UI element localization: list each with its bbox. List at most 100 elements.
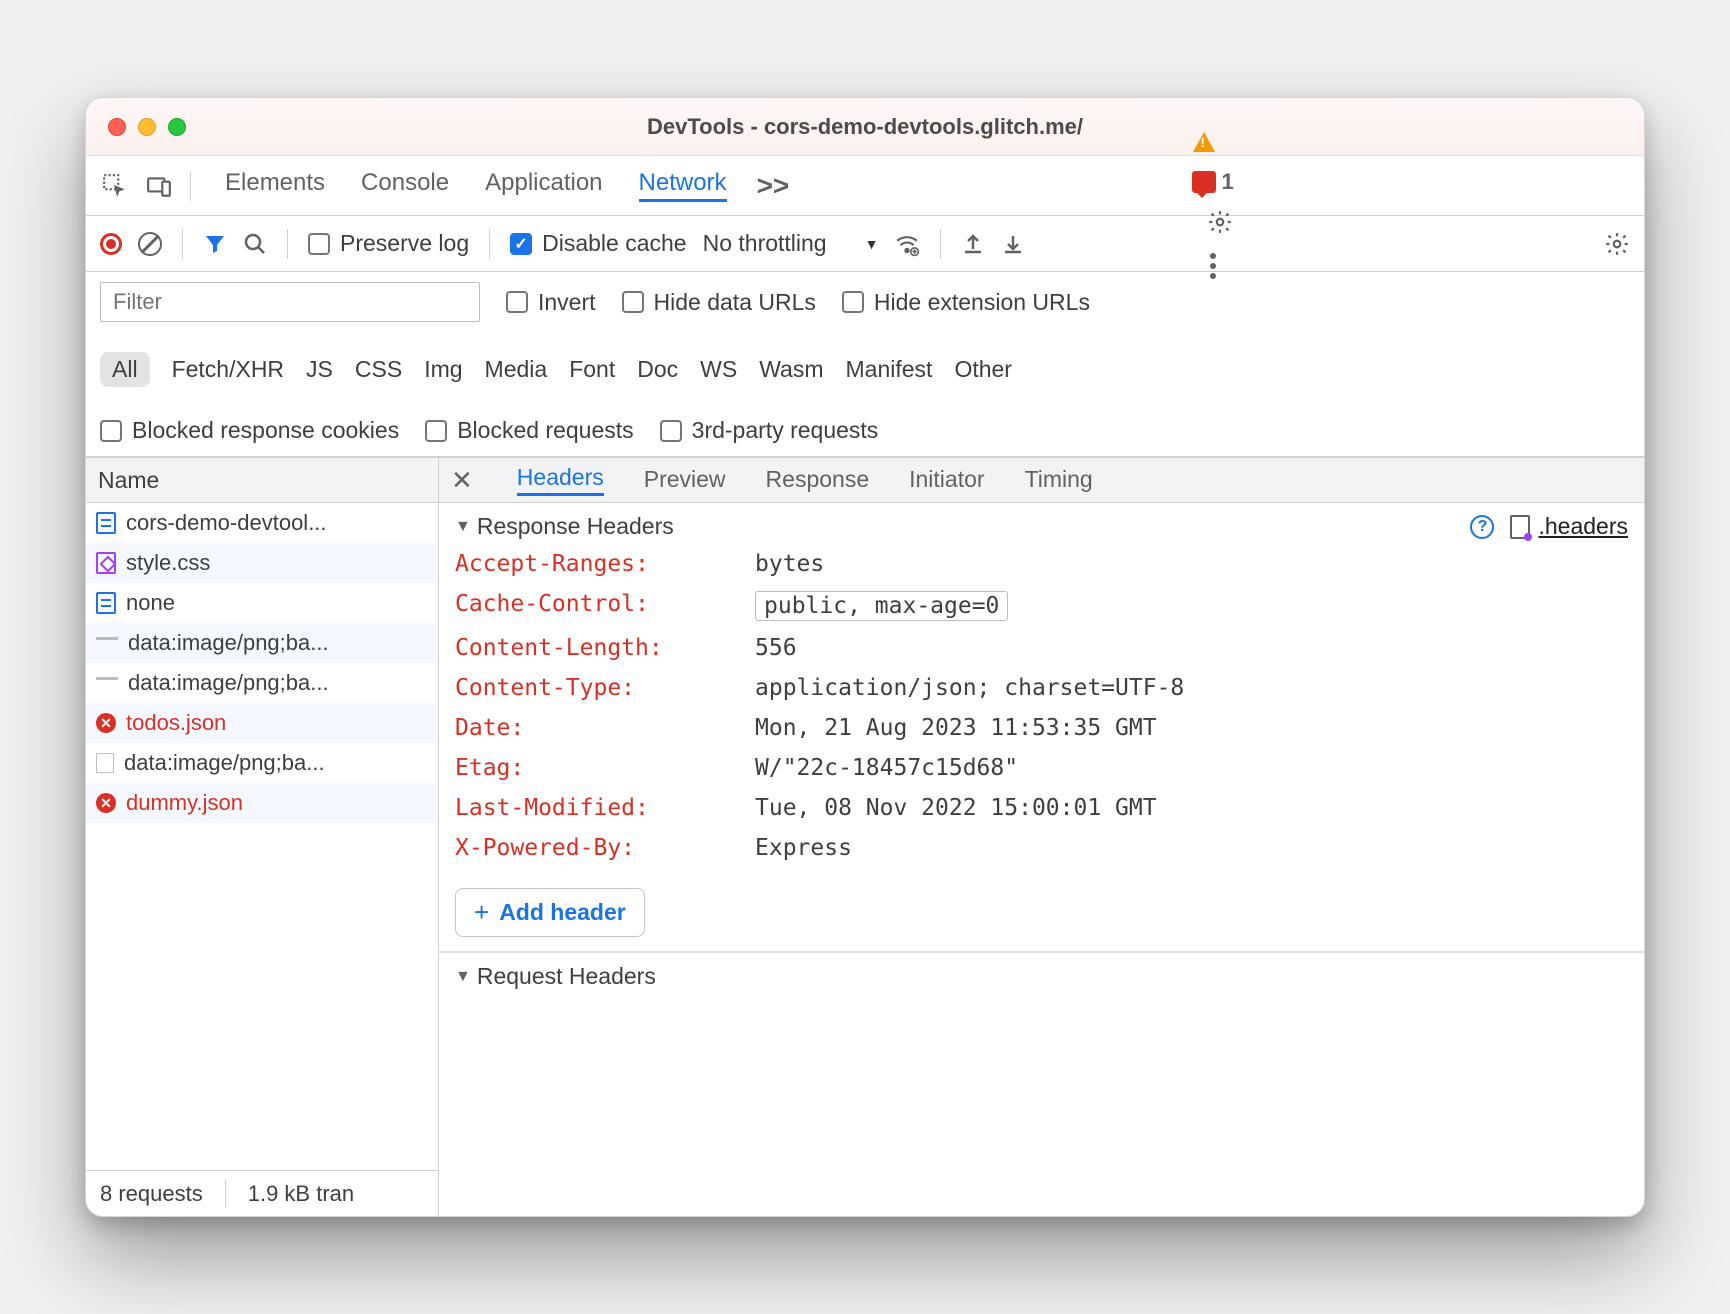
hide-extension-urls-checkbox[interactable]: Hide extension URLs	[842, 289, 1090, 316]
stylesheet-icon	[96, 552, 116, 574]
invert-checkbox[interactable]: Invert	[506, 289, 596, 316]
header-value: 556	[755, 635, 797, 661]
disable-cache-label: Disable cache	[542, 230, 686, 257]
issue-count[interactable]: 1	[1192, 169, 1234, 195]
request-row[interactable]: data:image/png;ba...	[86, 663, 438, 703]
filter-type-media[interactable]: Media	[485, 356, 548, 383]
request-headers-section: ▼ Request Headers	[439, 952, 1644, 1000]
preserve-log-checkbox[interactable]: Preserve log	[308, 230, 469, 257]
divider	[190, 171, 191, 201]
network-settings-icon[interactable]	[1604, 231, 1630, 257]
filter-type-wasm[interactable]: Wasm	[759, 356, 823, 383]
document-icon	[96, 592, 116, 614]
request-row[interactable]: data:image/png;ba...	[86, 623, 438, 663]
image-icon	[96, 677, 118, 689]
request-name: none	[126, 590, 175, 616]
add-header-button[interactable]: + Add header	[455, 888, 645, 937]
download-har-icon[interactable]	[1001, 232, 1025, 256]
blocked-cookies-checkbox[interactable]: Blocked response cookies	[100, 417, 399, 444]
network-conditions-icon[interactable]	[894, 231, 920, 257]
header-name: Date:	[455, 715, 755, 741]
file-icon	[1510, 515, 1530, 539]
header-value: bytes	[755, 551, 824, 577]
error-icon: ✕	[96, 713, 116, 733]
divider	[940, 229, 941, 259]
filter-type-img[interactable]: Img	[424, 356, 462, 383]
filter-type-other[interactable]: Other	[954, 356, 1012, 383]
header-row: Content-Type:application/json; charset=U…	[455, 668, 1628, 708]
headers-source-link[interactable]: .headers	[1538, 513, 1628, 540]
filter-icon[interactable]	[203, 232, 227, 256]
window-controls	[108, 118, 186, 136]
filter-type-doc[interactable]: Doc	[637, 356, 678, 383]
filter-type-ws[interactable]: WS	[700, 356, 737, 383]
detail-tabs: ✕ Headers Preview Response Initiator Tim…	[439, 457, 1644, 503]
throttling-select[interactable]: No throttling ▼	[703, 230, 879, 257]
clear-button[interactable]	[138, 232, 162, 256]
column-header-name[interactable]: Name	[86, 457, 438, 503]
subtab-preview[interactable]: Preview	[644, 466, 726, 495]
filter-type-manifest[interactable]: Manifest	[846, 356, 933, 383]
request-row[interactable]: none	[86, 583, 438, 623]
status-bar: 8 requests 1.9 kB tran	[86, 1170, 438, 1216]
filter-type-fetch[interactable]: Fetch/XHR	[172, 356, 284, 383]
header-row: Etag:W/"22c-18457c15d68"	[455, 748, 1628, 788]
subtab-response[interactable]: Response	[766, 466, 870, 495]
divider	[225, 1180, 226, 1208]
transferred-size: 1.9 kB tran	[248, 1181, 354, 1207]
upload-har-icon[interactable]	[961, 232, 985, 256]
help-icon[interactable]: ?	[1470, 515, 1494, 539]
filter-input[interactable]	[100, 282, 480, 322]
disclosure-triangle-icon[interactable]: ▼	[455, 968, 471, 986]
request-row[interactable]: style.css	[86, 543, 438, 583]
minimize-window-button[interactable]	[138, 118, 156, 136]
search-icon[interactable]	[243, 232, 267, 256]
divider	[287, 229, 288, 259]
checkbox-icon	[308, 233, 330, 255]
request-row[interactable]: cors-demo-devtool...	[86, 503, 438, 543]
tab-console[interactable]: Console	[361, 169, 449, 202]
tab-elements[interactable]: Elements	[225, 169, 325, 202]
request-row[interactable]: ✕dummy.json	[86, 783, 438, 823]
request-name: dummy.json	[126, 790, 243, 816]
response-headers-title: Response Headers	[477, 513, 674, 540]
inspect-element-icon[interactable]	[96, 167, 134, 205]
tab-network[interactable]: Network	[639, 169, 727, 202]
header-row: Date:Mon, 21 Aug 2023 11:53:35 GMT	[455, 708, 1628, 748]
close-details-icon[interactable]: ✕	[451, 465, 473, 496]
add-header-label: Add header	[499, 899, 626, 926]
request-row[interactable]: ✕todos.json	[86, 703, 438, 743]
filter-bar: Invert Hide data URLs Hide extension URL…	[86, 272, 1644, 457]
blocked-requests-checkbox[interactable]: Blocked requests	[425, 417, 633, 444]
subtab-initiator[interactable]: Initiator	[909, 466, 984, 495]
request-name: cors-demo-devtool...	[126, 510, 327, 536]
disable-cache-checkbox[interactable]: Disable cache	[510, 230, 686, 257]
tab-application[interactable]: Application	[485, 169, 602, 202]
image-icon	[96, 637, 118, 649]
subtab-headers[interactable]: Headers	[517, 464, 604, 496]
request-name: style.css	[126, 550, 210, 576]
resource-type-filter: All Fetch/XHR JS CSS Img Media Font Doc …	[100, 352, 1630, 387]
header-row: Last-Modified:Tue, 08 Nov 2022 15:00:01 …	[455, 788, 1628, 828]
close-window-button[interactable]	[108, 118, 126, 136]
filter-type-font[interactable]: Font	[569, 356, 615, 383]
header-name: Accept-Ranges:	[455, 551, 755, 577]
header-row: Cache-Control:public, max-age=0	[455, 584, 1628, 628]
filter-type-js[interactable]: JS	[306, 356, 333, 383]
main-tabbar: Elements Console Application Network >> …	[86, 156, 1644, 216]
more-tabs-button[interactable]: >>	[757, 170, 790, 202]
third-party-checkbox[interactable]: 3rd-party requests	[660, 417, 879, 444]
filter-type-all[interactable]: All	[100, 352, 150, 387]
device-toolbar-icon[interactable]	[140, 167, 178, 205]
record-button[interactable]	[100, 233, 122, 255]
disclosure-triangle-icon[interactable]: ▼	[455, 518, 471, 536]
maximize-window-button[interactable]	[168, 118, 186, 136]
header-value[interactable]: public, max-age=0	[755, 591, 1008, 621]
request-row[interactable]: data:image/png;ba...	[86, 743, 438, 783]
request-detail-pane: ✕ Headers Preview Response Initiator Tim…	[439, 457, 1644, 1216]
header-name: Content-Length:	[455, 635, 755, 661]
filter-type-css[interactable]: CSS	[355, 356, 402, 383]
hide-data-urls-checkbox[interactable]: Hide data URLs	[622, 289, 816, 316]
subtab-timing[interactable]: Timing	[1025, 466, 1093, 495]
header-name: Etag:	[455, 755, 755, 781]
